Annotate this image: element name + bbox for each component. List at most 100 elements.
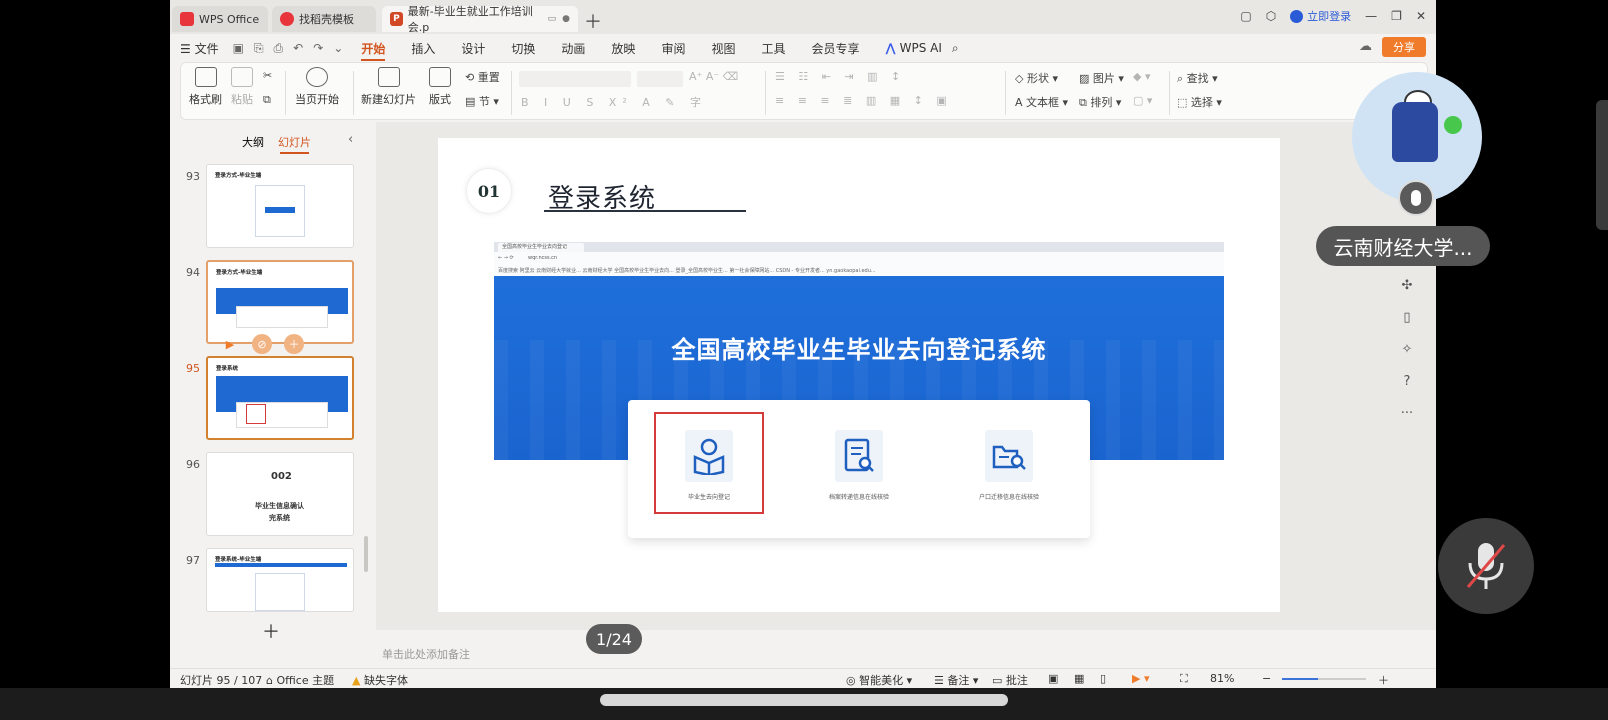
home-indicator[interactable] (600, 694, 1008, 706)
tab-document[interactable]: P 最新-毕业生就业工作培训会.p ▭ ● (382, 5, 578, 34)
slide-thumbnail-current[interactable]: 登录系统 (206, 356, 354, 440)
font-size-select[interactable] (637, 71, 683, 87)
menu-transition[interactable]: 切换 (511, 40, 535, 57)
star-tool-icon[interactable]: ✧ (1392, 342, 1422, 374)
select-button[interactable]: ⬚ 选择 ▾ (1177, 94, 1222, 110)
smart-beautify-button[interactable]: ◎ 智能美化 ▾ (846, 672, 912, 688)
avatar-badge (1444, 116, 1462, 134)
export-icon[interactable]: ⎘ (254, 41, 264, 56)
tab-find-template[interactable]: 找稻壳模板 (272, 6, 376, 32)
save-icon[interactable]: ▣ (233, 41, 244, 56)
format-painter-button[interactable]: 格式刷 (189, 67, 222, 107)
sorter-view-icon[interactable]: ▦ (1074, 672, 1084, 685)
textbox-button[interactable]: A 文本框 ▾ (1015, 94, 1068, 110)
tab-wps-office[interactable]: WPS Office (172, 6, 268, 32)
list-buttons[interactable]: ☰ ☷ ⇤ ⇥ ▥ ↕ (775, 70, 905, 83)
notes-placeholder[interactable]: 单击此处添加备注 (382, 646, 470, 662)
option-label: 户口迁移信息在线核验 (978, 494, 1039, 501)
theme-button[interactable]: ⌂ Office 主题 (266, 672, 334, 688)
redo-icon[interactable]: ↷ (313, 41, 323, 56)
restore-icon[interactable]: ❐ (1391, 9, 1402, 23)
copy-icon[interactable]: ⧉ (263, 93, 271, 107)
help-icon[interactable]: ? (1392, 374, 1422, 406)
slideshow-play-icon[interactable]: ▶ ▾ (1132, 672, 1149, 685)
panel-scrollbar[interactable] (364, 536, 368, 572)
menu-membership[interactable]: 会员专享 (811, 40, 859, 57)
arrange-label: 排列 (1090, 96, 1113, 109)
new-tab-plus-icon[interactable]: ＋ (584, 8, 602, 34)
align-buttons[interactable]: ≡ ≡ ≡ ≣ ▥ ▦ ↕ ▣ (775, 94, 952, 107)
find-button[interactable]: ⌕ 查找 ▾ (1177, 70, 1218, 86)
picture-button[interactable]: ▨ 图片 ▾ (1079, 70, 1124, 86)
outline-icon[interactable]: ▢ ▾ (1133, 94, 1152, 107)
reset-button[interactable]: ⟲ 重置 (465, 69, 500, 85)
reading-view-icon[interactable]: ▯ (1100, 672, 1106, 685)
play-icon (306, 67, 328, 87)
slide-thumbnail[interactable]: 登录方式-毕业生端 (206, 260, 354, 344)
undo-icon[interactable]: ↶ (293, 41, 303, 56)
collapse-panel-icon[interactable]: ‹ (348, 132, 353, 147)
cloud-upload-icon[interactable]: ☁ (1359, 39, 1372, 54)
fill-icon[interactable]: ◆ ▾ (1133, 70, 1150, 83)
zoom-slider[interactable] (1282, 678, 1366, 680)
book-tool-icon[interactable]: ▯ (1392, 310, 1422, 342)
mute-mic-button[interactable] (1438, 518, 1534, 614)
print-icon[interactable]: ⎙ (274, 41, 284, 56)
folder-search-icon (985, 430, 1033, 482)
slide-thumbnail[interactable]: 登录方式-毕业生端 (206, 164, 354, 248)
current-slide[interactable]: 01 登录系统 全国高校毕业生毕业去向登记 ← → ⟳ wqr.ncss.cn … (438, 138, 1280, 612)
tab-outline[interactable]: 大纲 (242, 134, 264, 150)
add-slide-button[interactable]: ＋ (262, 618, 280, 644)
play-slide-icon[interactable]: ▶ (220, 334, 240, 354)
font-size-controls[interactable]: A⁺ A⁻ ⌫ (689, 70, 738, 83)
menu-review[interactable]: 审阅 (661, 40, 685, 57)
font-family-select[interactable] (519, 71, 631, 87)
transform-tool-icon[interactable]: ✣ (1392, 278, 1422, 310)
menu-slideshow[interactable]: 放映 (611, 40, 635, 57)
monitor-icon[interactable]: ▭ (548, 14, 557, 24)
shape-button[interactable]: ◇ 形状 ▾ (1015, 70, 1058, 86)
share-button[interactable]: 分享 (1382, 37, 1426, 57)
more-chevron-icon[interactable]: ⌄ (333, 41, 343, 56)
section-button[interactable]: ▤ 节 ▾ (465, 93, 499, 109)
comments-button[interactable]: ▭ 批注 (992, 672, 1028, 688)
cut-icon[interactable]: ✂ (263, 69, 272, 82)
zoom-level[interactable]: 81% (1210, 672, 1234, 685)
fit-window-icon[interactable]: ⛶ (1180, 672, 1188, 686)
file-menu[interactable]: ☰ 文件 (180, 40, 219, 57)
zoom-out-icon[interactable]: − (1262, 672, 1271, 685)
slide-thumbnail[interactable]: 登录系统-毕业生端 (206, 548, 354, 612)
paste-button[interactable]: 粘贴 (231, 67, 253, 107)
menu-home[interactable]: 开始 (361, 40, 386, 61)
add-slide-icon[interactable]: ＋ (284, 334, 304, 354)
play-from-current-button[interactable]: 当页开始 (295, 67, 339, 107)
slide-thumbnail[interactable]: 002 毕业生信息确认 完系统 (206, 452, 354, 536)
unsaved-dot-icon[interactable]: ● (562, 14, 570, 24)
hide-slide-icon[interactable]: ⊘ (252, 334, 272, 354)
menu-insert[interactable]: 插入 (411, 40, 435, 57)
more-icon[interactable]: ··· (1392, 406, 1422, 438)
login-button[interactable]: 立即登录 (1290, 8, 1351, 24)
divider (765, 71, 766, 115)
cube-icon[interactable]: ⬡ (1266, 9, 1276, 23)
window-tile-icon[interactable]: ▢ (1240, 9, 1251, 23)
missing-font-button[interactable]: ▲ 缺失字体 (352, 672, 408, 688)
tab-slides[interactable]: 幻灯片 (278, 134, 311, 154)
normal-view-icon[interactable]: ▣ (1048, 672, 1058, 685)
edge-handle[interactable] (1596, 100, 1608, 230)
new-slide-button[interactable]: 新建幻灯片 (361, 67, 416, 107)
zoom-in-icon[interactable]: ＋ (1378, 672, 1389, 688)
menu-animation[interactable]: 动画 (561, 40, 585, 57)
menu-view[interactable]: 视图 (711, 40, 735, 57)
wps-ai-button[interactable]: ⋀ WPS AI (886, 41, 942, 55)
notes-button[interactable]: ☰ 备注 ▾ (934, 672, 978, 688)
arrange-button[interactable]: ⧉ 排列 ▾ (1079, 94, 1121, 110)
layout-button[interactable]: 版式 (429, 67, 451, 107)
search-icon[interactable]: ⌕ (952, 41, 959, 56)
menu-tools[interactable]: 工具 (761, 40, 785, 57)
menu-design[interactable]: 设计 (461, 40, 485, 57)
font-style-buttons[interactable]: B I U S X² A ✎ 字 (521, 94, 707, 110)
browser-tabbar: 全国高校毕业生毕业去向登记 (494, 242, 1224, 252)
minimize-icon[interactable]: — (1365, 9, 1377, 23)
close-icon[interactable]: ✕ (1416, 9, 1426, 23)
